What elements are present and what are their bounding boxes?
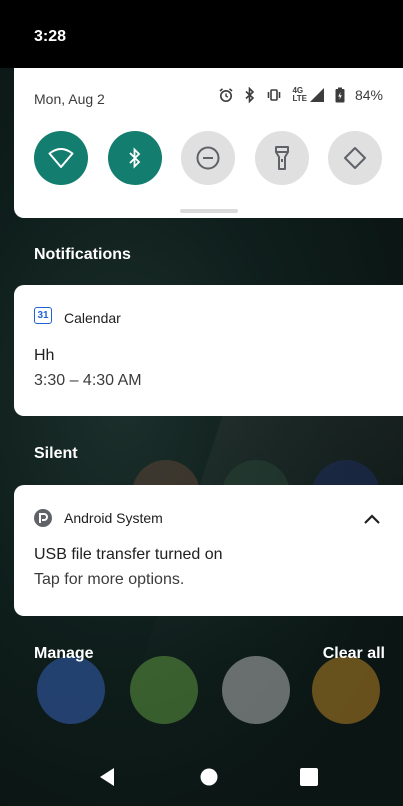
bluetooth-status-icon <box>244 87 256 103</box>
bluetooth-icon <box>129 147 141 169</box>
battery-percent: 84% <box>354 87 383 103</box>
quick-settings-panel: Mon, Aug 2 4G LTE 84% <box>14 68 403 218</box>
auto-rotate-icon <box>344 147 366 169</box>
battery-icon <box>335 87 345 103</box>
recents-icon[interactable] <box>300 768 318 786</box>
status-time: 3:28 <box>34 28 67 45</box>
flashlight-tile[interactable] <box>255 131 309 185</box>
qs-drag-handle[interactable] <box>180 209 238 213</box>
clear-all-button[interactable]: Clear all <box>323 645 385 663</box>
vibrate-icon <box>266 88 282 102</box>
qs-status-icons: 4G LTE 84% <box>218 87 383 103</box>
back-icon[interactable] <box>97 767 117 787</box>
home-icon[interactable] <box>200 768 218 786</box>
auto-rotate-tile[interactable] <box>328 131 382 185</box>
android-system-notification[interactable]: Android System USB file transfer turned … <box>14 485 403 616</box>
collapse-chevron-icon[interactable] <box>361 509 383 531</box>
bluetooth-tile[interactable] <box>108 131 162 185</box>
notification-app-name: Android System <box>64 510 163 526</box>
wifi-icon <box>48 148 74 168</box>
silent-header: Silent <box>34 445 78 462</box>
notification-title: USB file transfer turned on <box>34 546 223 563</box>
notification-app-name: Calendar <box>64 310 121 326</box>
notification-text: Tap for more options. <box>34 571 185 588</box>
camera-app-icon <box>222 656 290 724</box>
signal-icon <box>309 88 324 102</box>
manage-button[interactable]: Manage <box>34 645 94 663</box>
navigation-bar <box>0 742 403 806</box>
messages-app-icon <box>130 656 198 724</box>
do-not-disturb-tile[interactable] <box>181 131 235 185</box>
alarm-icon <box>218 87 234 103</box>
notification-title: Hh <box>34 347 55 364</box>
notifications-header: Notifications <box>34 246 131 263</box>
notification-time: 3:30 – 4:30 AM <box>34 372 142 389</box>
status-bar: 3:28 <box>0 0 403 68</box>
flashlight-icon <box>275 146 289 170</box>
calendar-icon: 31 <box>34 307 52 324</box>
do-not-disturb-icon <box>196 146 220 170</box>
phone-app-icon <box>37 656 105 724</box>
qs-date: Mon, Aug 2 <box>34 91 105 107</box>
chrome-app-icon <box>312 656 380 724</box>
android-system-icon <box>34 509 52 527</box>
network-type-bottom: LTE <box>292 94 307 103</box>
calendar-notification[interactable]: 31 Calendar Hh 3:30 – 4:30 AM <box>14 285 403 416</box>
wifi-tile[interactable] <box>34 131 88 185</box>
network-icon: 4G LTE <box>292 87 325 103</box>
